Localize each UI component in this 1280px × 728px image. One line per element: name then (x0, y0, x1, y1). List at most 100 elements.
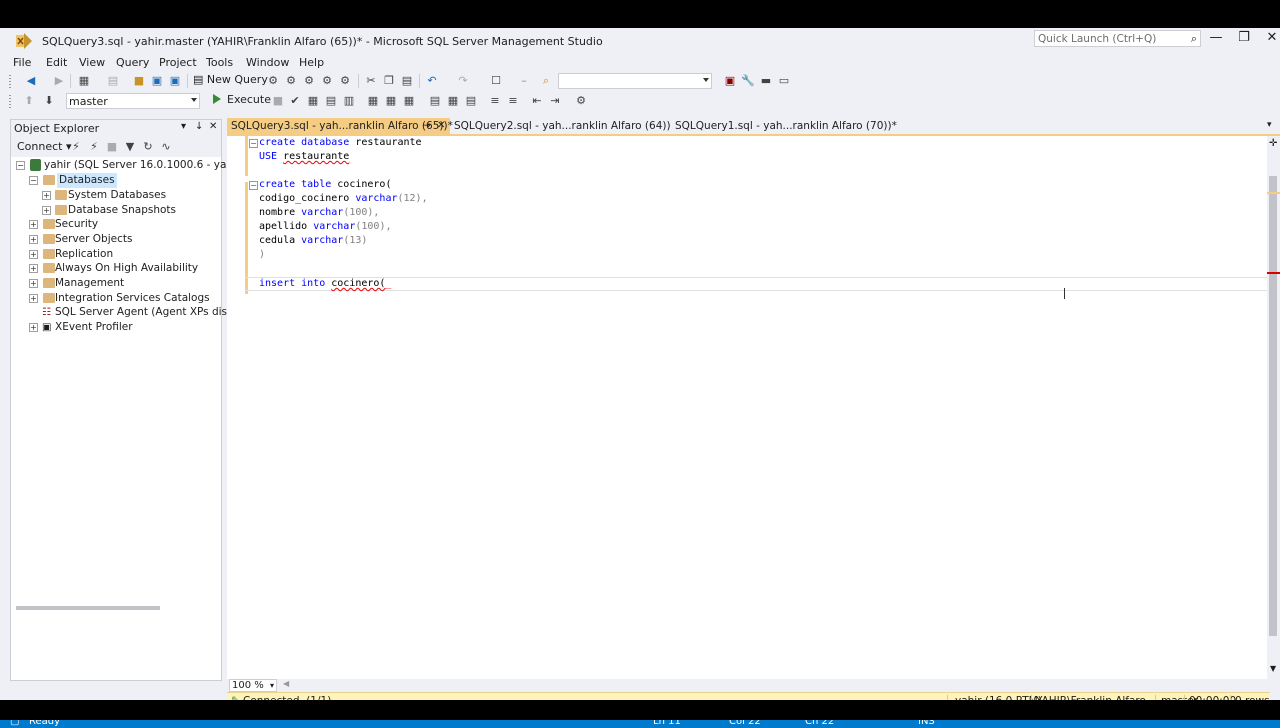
minimize-button[interactable]: — (1206, 30, 1226, 48)
collapse-icon[interactable]: − (29, 176, 38, 185)
tab-sqlquery3[interactable]: SQLQuery3.sql - yah...ranklin Alfaro (65… (227, 118, 453, 134)
increase-indent-icon[interactable]: ⇥ (548, 94, 562, 108)
properties-icon[interactable]: ▣ (723, 74, 737, 88)
results-to-file-icon[interactable]: ▤ (464, 94, 478, 108)
tab-overflow-icon[interactable]: ▾ (1267, 120, 1272, 130)
analysis-dmx-query-icon[interactable]: ⚙ (302, 74, 316, 88)
expand-icon[interactable]: + (29, 323, 38, 332)
paste-icon[interactable]: ▤ (400, 74, 414, 88)
menu-edit[interactable]: Edit (46, 56, 67, 69)
menu-query[interactable]: Query (116, 56, 149, 69)
live-stats-icon[interactable]: ▦ (384, 94, 398, 108)
toolbar-grip[interactable] (8, 74, 12, 88)
menu-file[interactable]: File (13, 56, 31, 69)
connect-object-icon[interactable]: ⚡ (69, 140, 83, 154)
cut-icon[interactable]: ✂ (364, 74, 378, 88)
collapse-region-icon[interactable]: − (249, 139, 258, 148)
expand-icon[interactable]: + (29, 250, 38, 259)
collapse-region-icon[interactable]: − (249, 181, 258, 190)
undo-icon[interactable]: ↶ (425, 74, 439, 88)
save-icon[interactable]: ▣ (150, 74, 164, 88)
expand-icon[interactable]: + (29, 279, 38, 288)
solution-config-dropdown[interactable] (558, 73, 712, 89)
specify-values-icon[interactable]: ⚙ (574, 94, 588, 108)
tab-sqlquery2[interactable]: SQLQuery2.sql - yah...ranklin Alfaro (64… (450, 118, 672, 134)
parse-icon[interactable]: ✔ (288, 94, 302, 108)
tab-sqlquery1[interactable]: SQLQuery1.sql - yah...ranklin Alfaro (70… (671, 118, 901, 134)
new-query-button[interactable]: ▤ New Query (193, 73, 268, 89)
new-project-icon[interactable]: ▦ (77, 74, 91, 88)
copy-icon[interactable]: ❐ (382, 74, 396, 88)
redo-icon[interactable]: ↷ (456, 74, 470, 88)
object-explorer-hscrollbar[interactable] (16, 606, 160, 610)
scroll-thumb[interactable] (1269, 176, 1277, 636)
collapse-icon[interactable]: − (16, 161, 25, 170)
scroll-down-icon[interactable]: ▼ (1270, 664, 1276, 673)
database-engine-query-icon[interactable]: ⚙ (266, 74, 280, 88)
quick-launch-input[interactable]: Quick Launch (Ctrl+Q) ⌕ (1034, 30, 1201, 47)
zoom-dropdown[interactable]: 100 % ▾ (229, 679, 277, 692)
zoom-to-fit-icon[interactable]: ☐ (489, 74, 503, 88)
include-plan-icon[interactable]: ▦ (366, 94, 380, 108)
disconnect-icon[interactable]: ⚡ (87, 140, 101, 154)
pin-icon[interactable]: → (423, 118, 431, 134)
cancel-query-icon[interactable]: ■ (271, 94, 285, 108)
dropdown-icon[interactable]: – (517, 74, 531, 88)
decrease-indent-icon[interactable]: ⇤ (530, 94, 544, 108)
analysis-das-query-icon[interactable]: ⚙ (338, 74, 352, 88)
editor-vscrollbar[interactable]: ✛ ▼ (1267, 136, 1280, 679)
query-editor[interactable]: − − create database restaurante USE rest… (227, 136, 1267, 679)
expand-icon[interactable]: + (29, 220, 38, 229)
results-to-text-icon[interactable]: ▤ (428, 94, 442, 108)
expand-icon[interactable]: + (42, 206, 51, 215)
expand-icon[interactable]: + (29, 294, 38, 303)
analysis-xmla-query-icon[interactable]: ⚙ (320, 74, 334, 88)
expand-icon[interactable]: + (42, 191, 51, 200)
pin-icon[interactable]: ↓ (195, 121, 203, 132)
window-position-icon[interactable]: ▾ (181, 121, 186, 132)
menu-tools[interactable]: Tools (206, 56, 233, 69)
add-item-icon[interactable]: ▤ (106, 74, 120, 88)
open-file-icon[interactable]: ■ (132, 74, 146, 88)
menu-window[interactable]: Window (246, 56, 289, 69)
back-icon[interactable]: ◀ (24, 74, 38, 88)
menu-help[interactable]: Help (299, 56, 324, 69)
stop-icon[interactable]: ■ (105, 140, 119, 154)
tree-node-label: Management (55, 277, 125, 289)
find-in-files-icon[interactable]: ⌕ (539, 74, 553, 88)
client-stats-icon[interactable]: ▦ (402, 94, 416, 108)
close-icon[interactable]: ✕ (209, 121, 217, 132)
intellisense-icon[interactable]: ▥ (342, 94, 356, 108)
query-designer-icon[interactable]: ▤ (324, 94, 338, 108)
scroll-left-icon[interactable]: ◀ (283, 679, 289, 688)
wrench-icon[interactable]: 🔧 (741, 74, 755, 88)
save-all-icon[interactable]: ▣ (168, 74, 182, 88)
filter-icon[interactable]: ▼ (123, 140, 137, 154)
forward-icon[interactable]: ▶ (52, 74, 66, 88)
results-to-grid-icon[interactable]: ▦ (446, 94, 460, 108)
code-line-6: nombre varchar(100), (259, 207, 380, 218)
execute-button[interactable]: Execute (213, 93, 271, 109)
toolbar-grip[interactable] (8, 94, 12, 108)
expand-icon[interactable]: + (29, 235, 38, 244)
available-databases-dropdown[interactable]: master (66, 93, 200, 109)
uncomment-icon[interactable]: ≡ (506, 94, 520, 108)
search-icon[interactable]: ⌕ (1191, 32, 1197, 46)
change-connection-icon[interactable]: ⬇ (42, 94, 56, 108)
analysis-mdx-query-icon[interactable]: ⚙ (284, 74, 298, 88)
toolbox-icon[interactable]: ▬ (759, 74, 773, 88)
comment-icon[interactable]: ≡ (488, 94, 502, 108)
refresh-icon[interactable]: ↻ (141, 140, 155, 154)
close-window-button[interactable]: ✕ (1262, 30, 1280, 48)
menu-view[interactable]: View (79, 56, 105, 69)
window-layout-icon[interactable]: ▭ (777, 74, 791, 88)
menu-project[interactable]: Project (159, 56, 197, 69)
split-icon[interactable]: ✛ (1269, 138, 1277, 149)
connect-icon[interactable]: ⬆ (22, 94, 36, 108)
maximize-button[interactable]: ❐ (1234, 30, 1254, 48)
expand-icon[interactable]: + (29, 264, 38, 273)
close-tab-icon[interactable]: ✕ (437, 118, 445, 134)
connect-button[interactable]: Connect ▾ (17, 140, 72, 153)
activity-monitor-icon[interactable]: ∿ (159, 140, 173, 154)
estimated-plan-icon[interactable]: ▦ (306, 94, 320, 108)
